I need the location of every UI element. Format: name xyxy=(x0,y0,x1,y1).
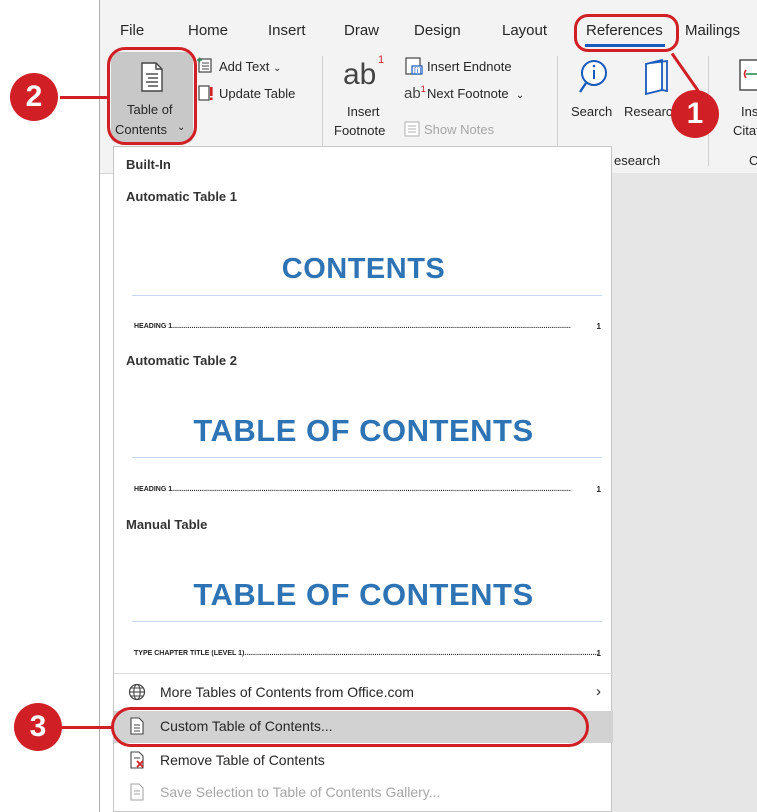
chevron-down-icon: ⌄ xyxy=(515,90,525,101)
toc-preview-rule xyxy=(132,457,602,458)
remove-toc-menu-item[interactable]: Remove Table of Contents xyxy=(114,745,613,777)
tab-insert[interactable]: Insert xyxy=(268,22,306,39)
update-table-icon xyxy=(198,85,213,101)
next-footnote-icon: ab1 xyxy=(404,84,426,102)
tab-draw[interactable]: Draw xyxy=(344,22,379,39)
update-table-button[interactable]: Update Table xyxy=(219,86,295,101)
toc-preview-heading: TABLE OF CONTENTS xyxy=(193,577,534,612)
tab-mailings[interactable]: Mailings xyxy=(685,22,740,39)
tab-design[interactable]: Design xyxy=(414,22,461,39)
toc-preview-rule xyxy=(132,621,602,622)
researcher-icon xyxy=(645,58,668,96)
document-canvas xyxy=(612,173,757,812)
chevron-right-icon: › xyxy=(596,683,601,700)
research-group-label: esearch xyxy=(614,153,661,168)
search-button[interactable]: Search xyxy=(571,104,612,119)
annotation-connector xyxy=(60,96,108,99)
automatic-table-1-label: Automatic Table 1 xyxy=(126,189,238,204)
automatic-table-2-label: Automatic Table 2 xyxy=(126,353,238,368)
manual-table-option[interactable]: Manual Table TABLE OF CONTENTS TYPE CHAP… xyxy=(114,511,613,671)
footnote-ab-icon: ab xyxy=(343,58,377,91)
citations-group-label: C xyxy=(749,153,757,168)
globe-icon xyxy=(128,683,146,701)
insert-footnote-button[interactable]: ab 1 Insert Footnote xyxy=(333,54,399,144)
insert-citation-icon xyxy=(739,59,757,91)
tab-file[interactable]: File xyxy=(120,22,144,39)
toc-preview-entry: HEADING 1...............................… xyxy=(134,486,571,493)
svg-text:[i]: [i] xyxy=(414,67,422,75)
manual-table-label: Manual Table xyxy=(126,517,208,532)
automatic-table-2-option[interactable]: Automatic Table 2 TABLE OF CONTENTS HEAD… xyxy=(114,347,613,507)
insert-citation-label-1: Ins xyxy=(741,104,757,119)
add-text-icon xyxy=(197,57,212,73)
annotation-step-3-badge: 3 xyxy=(14,703,62,751)
superscript-one-icon: 1 xyxy=(378,54,385,66)
window-edge xyxy=(99,0,100,812)
annotation-connector xyxy=(62,726,112,729)
more-tables-label: More Tables of Contents from Office.com xyxy=(160,684,414,700)
toc-preview-entry: TYPE CHAPTER TITLE (LEVEL 1)............… xyxy=(134,650,599,657)
more-tables-menu-item[interactable]: More Tables of Contents from Office.com … xyxy=(114,677,613,709)
save-selection-label: Save Selection to Table of Contents Gall… xyxy=(160,784,441,800)
insert-endnote-button[interactable]: Insert Endnote xyxy=(427,59,512,74)
save-gallery-icon xyxy=(130,783,144,801)
add-text-button[interactable]: Add Text ⌄ xyxy=(219,59,281,74)
insert-footnote-label-1: Insert xyxy=(347,104,380,119)
built-in-label: Built-In xyxy=(126,157,171,172)
save-selection-menu-item[interactable]: Save Selection to Table of Contents Gall… xyxy=(114,777,613,809)
word-window: File Home Insert Draw Design Layout Refe… xyxy=(0,0,757,812)
next-footnote-button[interactable]: Next Footnote ⌄ xyxy=(427,86,524,101)
remove-toc-label: Remove Table of Contents xyxy=(160,752,325,768)
tab-layout[interactable]: Layout xyxy=(502,22,547,39)
annotation-highlight-toc-button xyxy=(107,47,197,145)
annotation-step-1-badge: 1 xyxy=(671,90,719,138)
toc-preview-page: 1 xyxy=(596,485,601,494)
show-notes-button[interactable]: Show Notes xyxy=(424,122,494,137)
toc-preview-heading: CONTENTS xyxy=(281,253,446,285)
show-notes-icon xyxy=(404,121,420,137)
annotation-highlight-custom-toc xyxy=(111,707,589,747)
toc-preview-heading: TABLE OF CONTENTS xyxy=(193,413,534,448)
chevron-down-icon: ⌄ xyxy=(272,63,282,74)
menu-divider xyxy=(114,673,613,674)
remove-toc-icon xyxy=(130,751,144,769)
search-icon xyxy=(579,60,607,93)
insert-citation-label-2: Citati xyxy=(733,123,757,138)
insert-footnote-label-2: Footnote xyxy=(334,123,386,138)
tab-home[interactable]: Home xyxy=(188,22,228,39)
toc-preview-page: 1 xyxy=(596,322,601,331)
toc-preview-rule xyxy=(132,295,602,296)
toc-preview-page: 1 xyxy=(596,649,601,658)
annotation-highlight-references xyxy=(574,14,679,52)
toc-preview-entry: HEADING 1...............................… xyxy=(134,323,571,330)
automatic-table-1-option[interactable]: Automatic Table 1 CONTENTS HEADING 1....… xyxy=(114,183,613,343)
insert-endnote-icon: [i] xyxy=(405,57,423,75)
annotation-step-2-badge: 2 xyxy=(10,73,58,121)
